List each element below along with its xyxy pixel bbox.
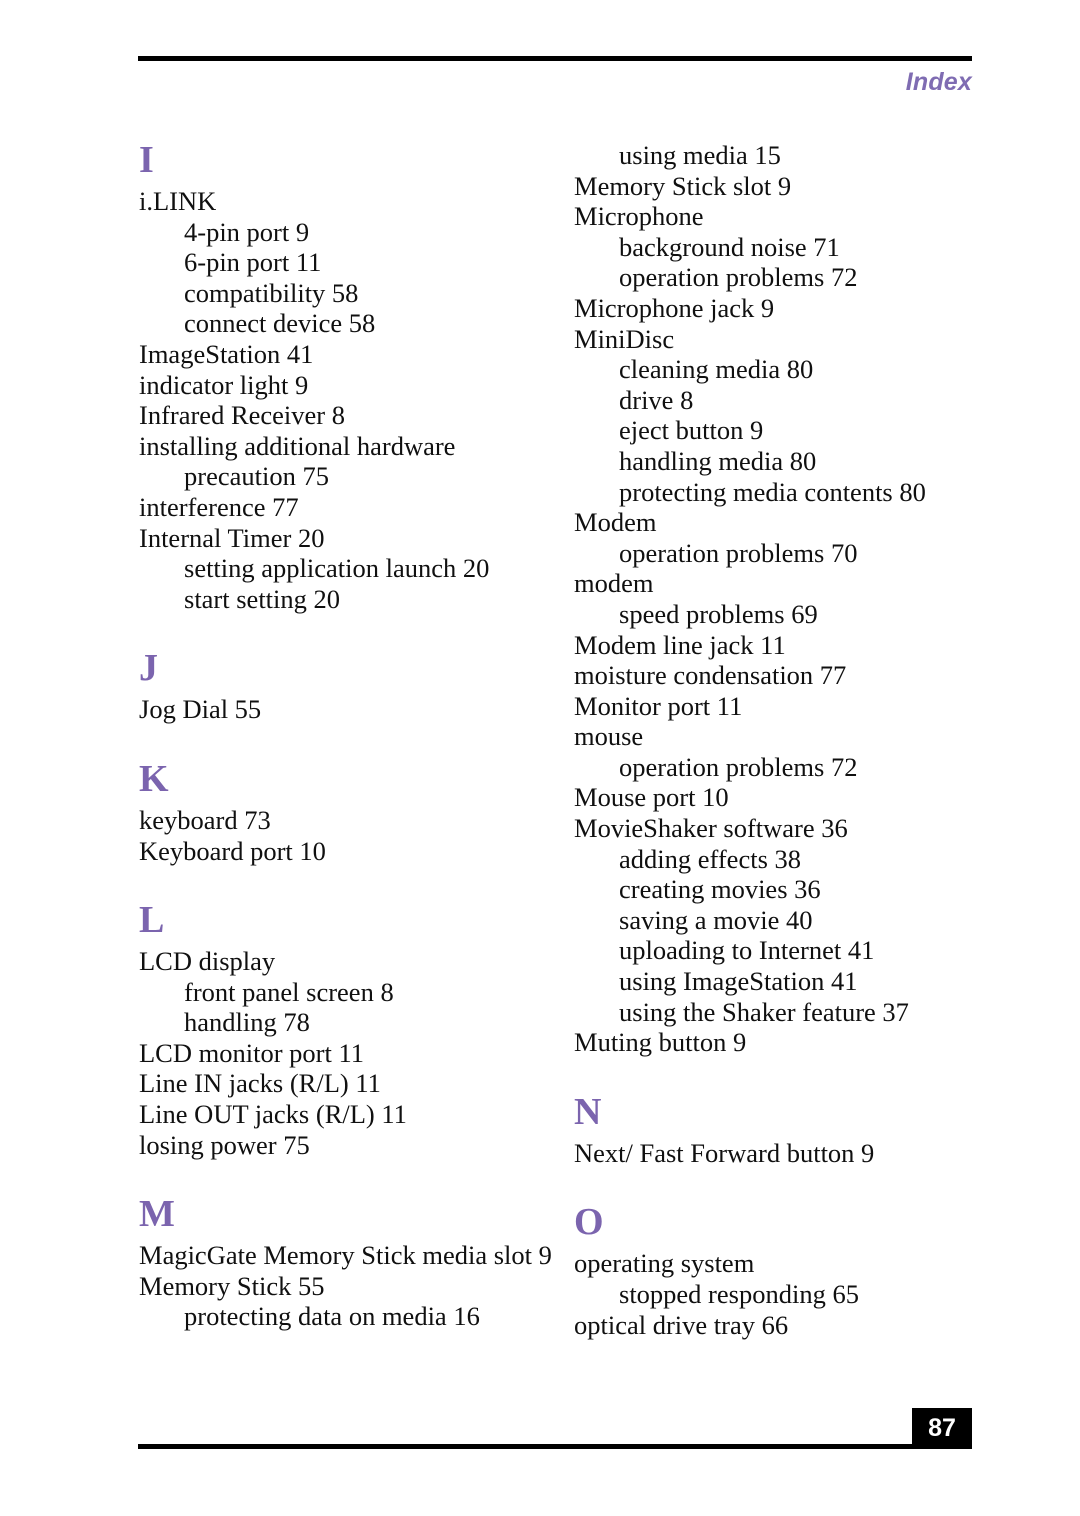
footer-rule bbox=[138, 1444, 912, 1449]
index-entry: keyboard 73 bbox=[139, 804, 271, 835]
index-subentry: compatibility 58 bbox=[184, 277, 359, 308]
index-entry: moisture condensation 77 bbox=[574, 660, 847, 691]
page-number: 87 bbox=[928, 1414, 956, 1442]
index-page: Index Ii.LINK 4-pin port 9 6-pin port 11 co… bbox=[0, 0, 1080, 1516]
index-subentry: using ImageStation 41 bbox=[619, 966, 858, 997]
index-subentry: operation problems 70 bbox=[619, 537, 858, 568]
index-subentry: using media 15 bbox=[619, 140, 781, 170]
index-entry: ImageStation 41 bbox=[139, 338, 314, 369]
index-subentry: using the Shaker feature 37 bbox=[619, 996, 909, 1027]
index-entry: Modem line jack 11 bbox=[574, 629, 786, 660]
index-entry: Microphone jack 9 bbox=[574, 292, 775, 323]
index-subentry: cleaning media 80 bbox=[619, 354, 814, 385]
section-letter-o: O bbox=[574, 1201, 604, 1244]
index-subentry: speed problems 69 bbox=[619, 598, 818, 629]
index-section-j: J Jog Dial 55 bbox=[139, 648, 559, 725]
index-section-o: Ooperating system stopped responding 65 op… bbox=[574, 1202, 1004, 1340]
index-subentry: adding effects 38 bbox=[619, 843, 802, 874]
index-entry: indicator light 9 bbox=[139, 369, 309, 400]
index-entry: MiniDisc bbox=[574, 323, 675, 354]
index-subentry: stopped responding 65 bbox=[619, 1279, 859, 1309]
index-section-i: Ii.LINK 4-pin port 9 6-pin port 11 compatib… bbox=[139, 140, 559, 614]
index-column-left: Ii.LINK 4-pin port 9 6-pin port 11 compatib… bbox=[139, 140, 559, 1332]
index-entry: Line OUT jacks (R/L) 11 bbox=[139, 1099, 407, 1130]
index-subentry: front panel screen 8 bbox=[184, 976, 394, 1007]
index-subentry: setting application launch 20 bbox=[184, 553, 490, 584]
index-subentry: 4-pin port 9 bbox=[184, 216, 310, 247]
index-subentry: protecting media contents 80 bbox=[619, 476, 926, 507]
index-subentry: drive 8 bbox=[619, 384, 694, 415]
index-subentry: uploading to Internet 41 bbox=[619, 935, 875, 966]
index-entry: i.LINK bbox=[139, 186, 217, 216]
index-subentry: start setting 20 bbox=[184, 583, 341, 614]
section-letter-k: K bbox=[139, 757, 169, 800]
index-entry: losing power 75 bbox=[139, 1129, 310, 1160]
index-entry: Line IN jacks (R/L) 11 bbox=[139, 1068, 381, 1099]
index-subentry: 6-pin port 11 bbox=[184, 247, 322, 278]
index-entry: installing additional hardware bbox=[139, 430, 456, 461]
index-entry: LCD monitor port 11 bbox=[139, 1037, 364, 1068]
index-subentry: creating movies 36 bbox=[619, 874, 821, 905]
index-subentry: handling 78 bbox=[184, 1007, 310, 1038]
index-column-right: using media 15 Memory Stick slot 9 Microph… bbox=[574, 140, 1004, 1340]
page-number-box: 87 bbox=[912, 1408, 972, 1449]
index-entry: Modem bbox=[574, 507, 657, 538]
index-entry: Internal Timer 20 bbox=[139, 522, 325, 553]
index-entry: operating system bbox=[574, 1248, 755, 1279]
index-entry: MagicGate Memory Stick media slot 9 bbox=[139, 1240, 552, 1271]
section-letter-i: I bbox=[139, 139, 154, 181]
section-letter-n: N bbox=[574, 1090, 602, 1133]
index-entry: optical drive tray 66 bbox=[574, 1309, 789, 1340]
section-letter-m: M bbox=[139, 1193, 175, 1236]
index-subentry: connect device 58 bbox=[184, 308, 376, 339]
section-letter-j: J bbox=[139, 647, 158, 690]
index-entry: Memory Stick 55 bbox=[139, 1270, 325, 1301]
index-subentry: protecting data on media 16 bbox=[184, 1301, 480, 1332]
index-entry: Jog Dial 55 bbox=[139, 694, 262, 725]
index-subentry: operation problems 72 bbox=[619, 751, 858, 782]
index-entry: modem bbox=[574, 568, 654, 599]
section-letter-l: L bbox=[139, 899, 165, 942]
index-section-k: Kkeyboard 73 Keyboard port 10 bbox=[139, 759, 559, 866]
index-entry-list: using media 15 Memory Stick slot 9 Microph… bbox=[574, 140, 1004, 1058]
index-entry: Mouse port 10 bbox=[574, 782, 729, 813]
index-entry: mouse bbox=[574, 721, 644, 752]
index-entry-list: MagicGate Memory Stick media slot 9 Memor… bbox=[139, 1240, 559, 1332]
index-entry: Next/ Fast Forward button 9 bbox=[574, 1137, 875, 1168]
index-subentry: precaution 75 bbox=[184, 461, 329, 492]
index-entry: interference 77 bbox=[139, 491, 299, 522]
index-subentry: saving a movie 40 bbox=[619, 904, 813, 935]
index-subentry: operation problems 72 bbox=[619, 262, 858, 293]
index-subentry: handling media 80 bbox=[619, 445, 817, 476]
index-entry: Monitor port 11 bbox=[574, 690, 743, 721]
index-subentry: eject button 9 bbox=[619, 415, 764, 446]
index-entry: Keyboard port 10 bbox=[139, 835, 326, 866]
index-entry-list: i.LINK 4-pin port 9 6-pin port 11 compatibi… bbox=[139, 186, 559, 614]
index-subentry: background noise 71 bbox=[619, 231, 840, 262]
index-entry-list: Jog Dial 55 bbox=[139, 694, 559, 725]
index-entry: Microphone bbox=[574, 201, 704, 232]
index-entry: Memory Stick slot 9 bbox=[574, 170, 792, 201]
index-entry-list: Next/ Fast Forward button 9 bbox=[574, 1138, 1004, 1169]
index-entry: Muting button 9 bbox=[574, 1027, 747, 1058]
index-section-m: M MagicGate Memory Stick media slot 9 Memo… bbox=[139, 1194, 559, 1332]
index-entry: LCD display bbox=[139, 946, 276, 977]
index-entry-list: LCD display front panel screen 8 handling … bbox=[139, 946, 559, 1160]
index-entry: MovieShaker software 36 bbox=[574, 813, 848, 844]
index-entry-list: operating system stopped responding 65 opt… bbox=[574, 1248, 1004, 1340]
index-entry: Infrared Receiver 8 bbox=[139, 400, 345, 431]
page-header-label: Index bbox=[905, 68, 972, 96]
index-section-continued: using media 15 Memory Stick slot 9 Microph… bbox=[574, 140, 1004, 1058]
index-section-n: N Next/ Fast Forward button 9 bbox=[574, 1092, 1004, 1169]
index-entry-list: keyboard 73 Keyboard port 10 bbox=[139, 805, 559, 866]
index-section-l: L LCD display front panel screen 8 handling… bbox=[139, 900, 559, 1160]
header-rule bbox=[138, 56, 972, 61]
